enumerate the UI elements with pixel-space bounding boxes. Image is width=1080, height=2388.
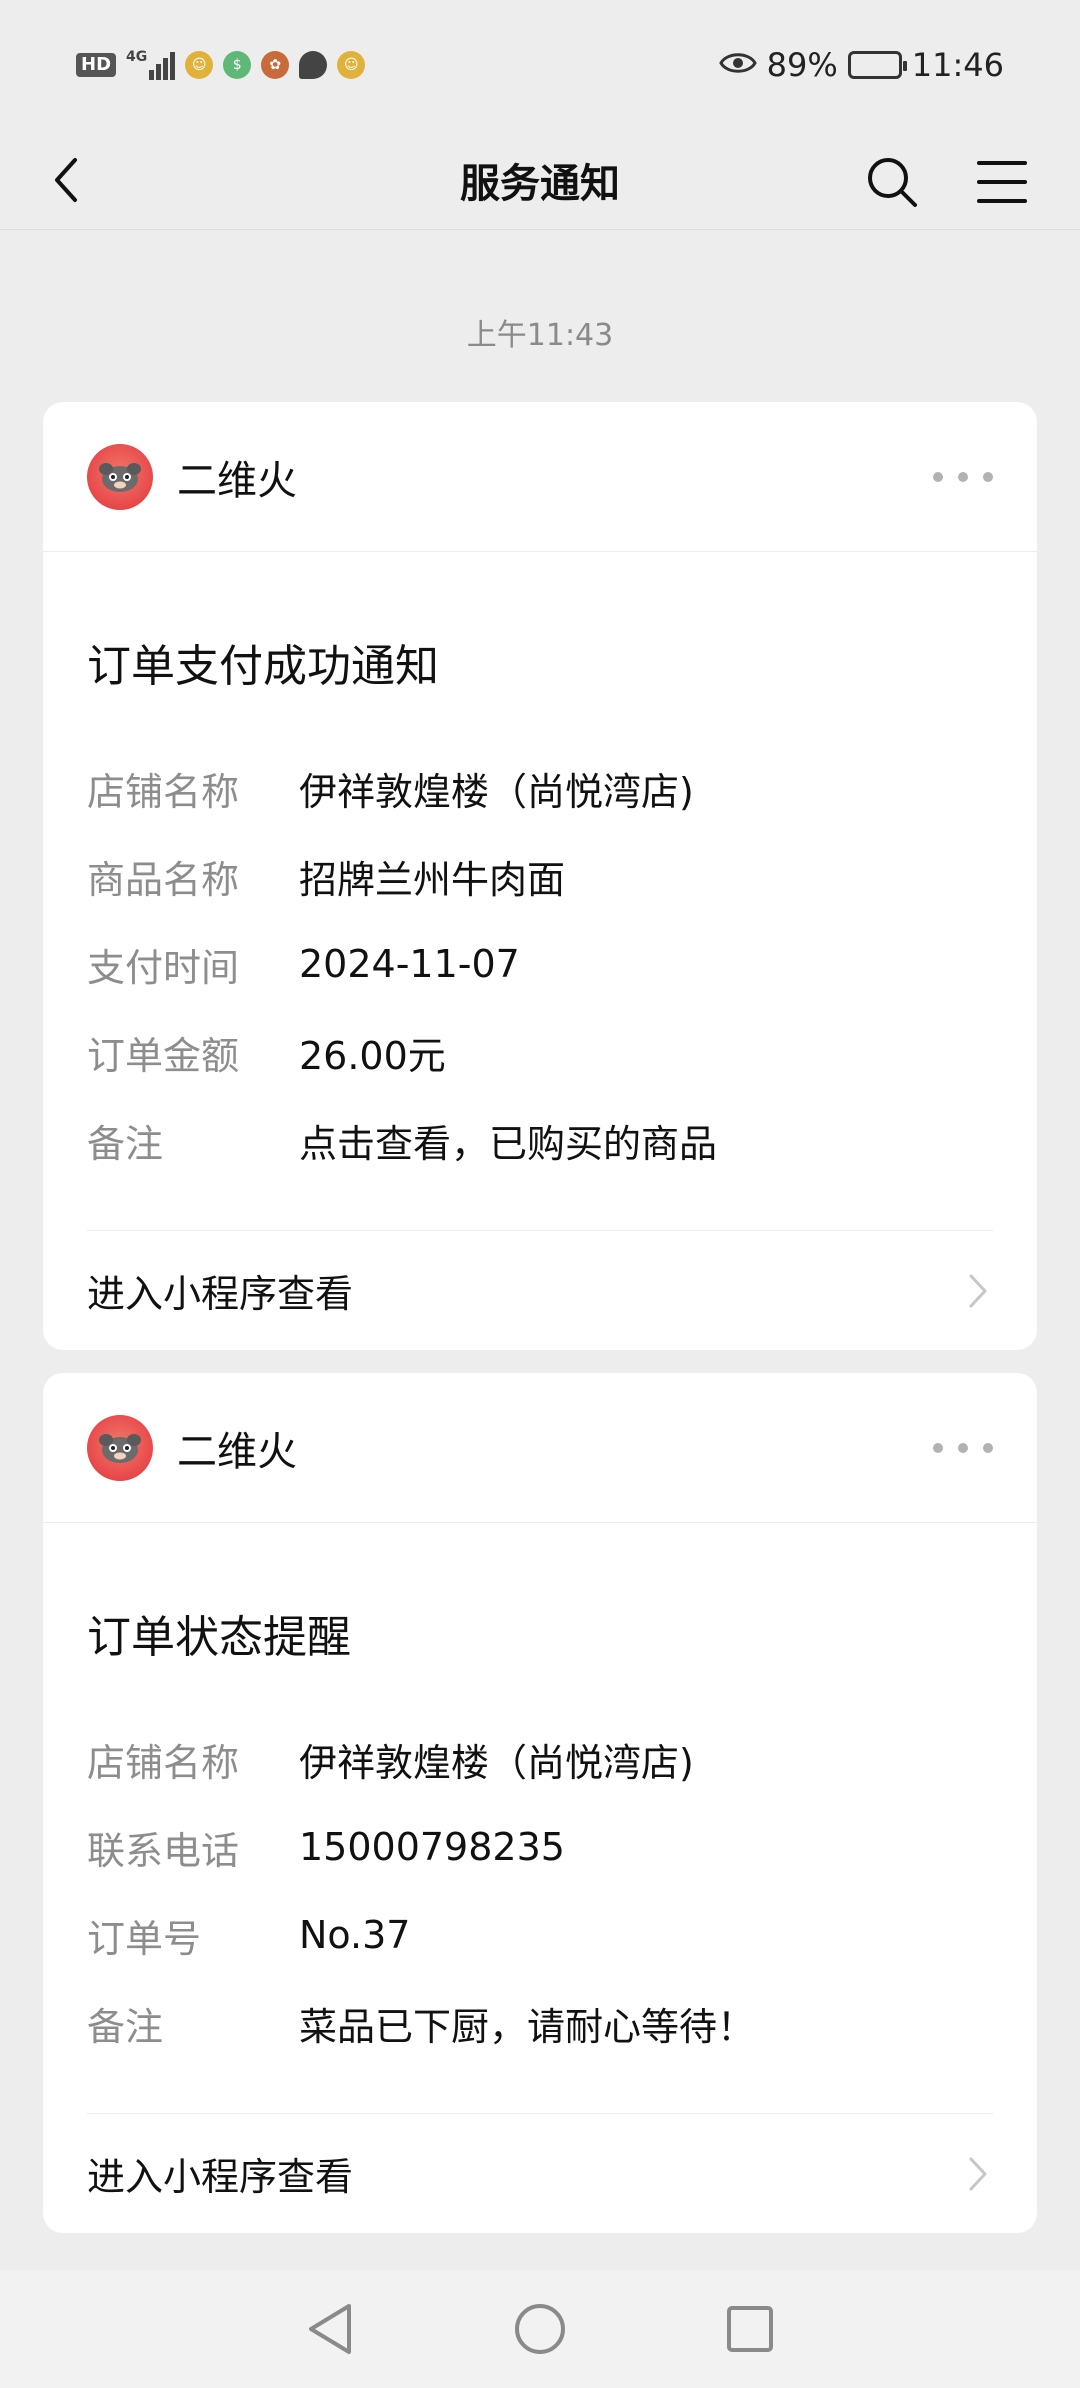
detail-key: 商品名称 (87, 857, 240, 902)
detail-value: No.37 (299, 1913, 411, 1957)
mascot-logo-icon (99, 1433, 141, 1463)
system-recents-button[interactable] (720, 2299, 780, 2359)
detail-row: 联系电话 15000798235 (87, 1803, 993, 1891)
detail-key: 备注 (87, 2004, 164, 2049)
detail-value: 伊祥敦煌楼（尚悦湾店) (299, 769, 694, 814)
status-bar: HD 4G ☺ $ ✿ ☺ 89% 11:46 (0, 0, 1080, 130)
search-button[interactable] (864, 154, 920, 210)
triangle-back-icon (309, 2304, 351, 2354)
detail-value: 15000798235 (299, 1825, 565, 1869)
detail-key: 联系电话 (87, 1828, 240, 1873)
hamburger-menu-icon (977, 161, 1027, 203)
hd-badge: HD (76, 53, 117, 77)
square-recents-icon (727, 2306, 773, 2352)
source-name[interactable]: 二维火 (177, 1419, 297, 1477)
more-options-button[interactable] (933, 457, 993, 497)
notification-app-icon: ☺ (337, 51, 366, 79)
nav-bar: 服务通知 (0, 130, 1080, 230)
more-dots-icon (933, 472, 943, 482)
detail-key: 备注 (87, 1121, 164, 1166)
notification-app-icon: ☺ (185, 51, 214, 79)
back-button[interactable] (40, 154, 92, 206)
message-timestamp: 上午11:43 (466, 318, 614, 353)
detail-row: 支付时间 2024-11-07 (87, 920, 993, 1008)
detail-row: 备注 菜品已下厨，请耐心等待！ (87, 1979, 993, 2067)
chevron-right-icon (963, 2152, 993, 2196)
detail-value: 招牌兰州牛肉面 (299, 857, 566, 902)
search-icon (868, 158, 917, 207)
card-header: 二维火 (43, 1373, 1037, 1523)
detail-value: 2024-11-07 (299, 942, 520, 986)
system-nav-bar (0, 2270, 1080, 2388)
more-options-button[interactable] (933, 1428, 993, 1468)
more-dots-icon (933, 1443, 943, 1453)
eye-icon (718, 46, 757, 84)
detail-value: 26.00元 (299, 1033, 446, 1078)
status-icons-left: HD 4G ☺ $ ✿ ☺ (76, 50, 366, 80)
avatar[interactable] (87, 1414, 153, 1481)
card-body: 订单状态提醒 店铺名称 伊祥敦煌楼（尚悦湾店) 联系电话 15000798235… (43, 1601, 1037, 2067)
detail-row: 商品名称 招牌兰州牛肉面 (87, 832, 993, 920)
card-header: 二维火 (43, 402, 1037, 552)
detail-row: 店铺名称 伊祥敦煌楼（尚悦湾店) (87, 1715, 993, 1803)
battery-percent: 89% (766, 46, 838, 84)
source-name[interactable]: 二维火 (177, 448, 297, 506)
detail-row: 订单金额 26.00元 (87, 1008, 993, 1096)
notification-app-icon: ✿ (261, 51, 290, 79)
page-title: 服务通知 (460, 160, 620, 207)
chevron-right-icon (963, 1269, 993, 1313)
menu-button[interactable] (974, 154, 1030, 210)
open-mini-program-link[interactable]: 进入小程序查看 (87, 1230, 993, 1350)
footer-label: 进入小程序查看 (87, 1272, 354, 1316)
detail-key: 订单金额 (87, 1033, 240, 1078)
detail-row: 订单号 No.37 (87, 1891, 993, 1979)
detail-row: 备注 点击查看，已购买的商品 (87, 1096, 993, 1184)
notification-card-payment[interactable]: 二维火 订单支付成功通知 店铺名称 伊祥敦煌楼（尚悦湾店) 商品名称 招牌兰州牛… (43, 402, 1037, 1350)
status-icons-right: 89% 11:46 (718, 46, 1004, 84)
detail-key: 订单号 (87, 1916, 202, 1961)
signal-icon: 4G (126, 50, 176, 80)
system-home-button[interactable] (510, 2299, 570, 2359)
battery-icon (847, 51, 907, 79)
chat-bubble-icon (299, 51, 328, 79)
detail-value: 点击查看，已购买的商品 (299, 1121, 718, 1166)
detail-key: 店铺名称 (87, 1740, 240, 1785)
detail-value: 伊祥敦煌楼（尚悦湾店) (299, 1740, 694, 1785)
card-title: 订单支付成功通知 (87, 641, 439, 692)
system-back-button[interactable] (300, 2299, 360, 2359)
detail-key: 支付时间 (87, 945, 240, 990)
avatar[interactable] (87, 443, 153, 510)
open-mini-program-link[interactable]: 进入小程序查看 (87, 2113, 993, 2233)
detail-key: 店铺名称 (87, 769, 240, 814)
notification-card-order-status[interactable]: 二维火 订单状态提醒 店铺名称 伊祥敦煌楼（尚悦湾店) 联系电话 1500079… (43, 1373, 1037, 2233)
card-body: 订单支付成功通知 店铺名称 伊祥敦煌楼（尚悦湾店) 商品名称 招牌兰州牛肉面 支… (43, 630, 1037, 1184)
card-title: 订单状态提醒 (87, 1612, 351, 1663)
clock: 11:46 (911, 46, 1004, 84)
circle-home-icon (515, 2304, 565, 2354)
detail-value: 菜品已下厨，请耐心等待！ (299, 2004, 756, 2049)
money-bag-icon: $ (223, 51, 252, 79)
detail-row: 店铺名称 伊祥敦煌楼（尚悦湾店) (87, 744, 993, 832)
footer-label: 进入小程序查看 (87, 2155, 354, 2199)
chevron-left-icon (55, 158, 77, 202)
mascot-logo-icon (99, 462, 141, 492)
